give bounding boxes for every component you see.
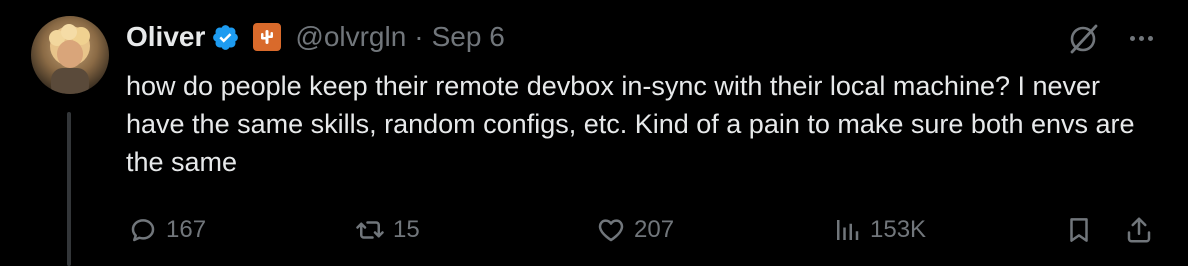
more-dots-icon[interactable] <box>1124 26 1158 50</box>
author-handle[interactable]: @olvrgln <box>295 21 406 53</box>
verified-badge-icon[interactable] <box>211 23 240 52</box>
tweet-header: Oliver @olvrgln · Sep 6 <box>126 17 505 57</box>
reply-icon <box>131 219 155 242</box>
share-icon <box>1127 217 1151 243</box>
reply-count: 167 <box>166 216 207 243</box>
separator-dot: · <box>414 21 424 52</box>
bookmark-button[interactable] <box>1064 210 1094 250</box>
action-bar: 167 15 207 153K <box>0 210 1188 250</box>
reply-button[interactable]: 167 <box>128 210 206 250</box>
views-bar-chart-icon <box>837 220 859 240</box>
retweet-count: 15 <box>393 216 420 243</box>
grok-icon[interactable] <box>1066 22 1100 56</box>
avatar-image <box>49 24 90 94</box>
retweet-icon <box>356 221 384 239</box>
like-count: 207 <box>634 216 675 243</box>
views-button[interactable]: 153K <box>832 210 926 250</box>
author-name[interactable]: Oliver <box>126 21 205 53</box>
tweet[interactable]: Oliver @olvrgln · Sep 6 how do people ke… <box>0 0 1188 266</box>
views-count: 153K <box>870 216 927 243</box>
retweet-button[interactable]: 15 <box>355 210 420 250</box>
heart-icon <box>598 219 624 242</box>
bookmark-icon <box>1070 218 1088 242</box>
share-button[interactable] <box>1124 210 1154 250</box>
like-button[interactable]: 207 <box>596 210 674 250</box>
tweet-text: how do people keep their remote devbox i… <box>126 71 1135 177</box>
cactus-affiliate-icon[interactable] <box>253 23 282 51</box>
tweet-date[interactable]: Sep 6 <box>432 21 505 53</box>
avatar[interactable] <box>31 16 109 94</box>
